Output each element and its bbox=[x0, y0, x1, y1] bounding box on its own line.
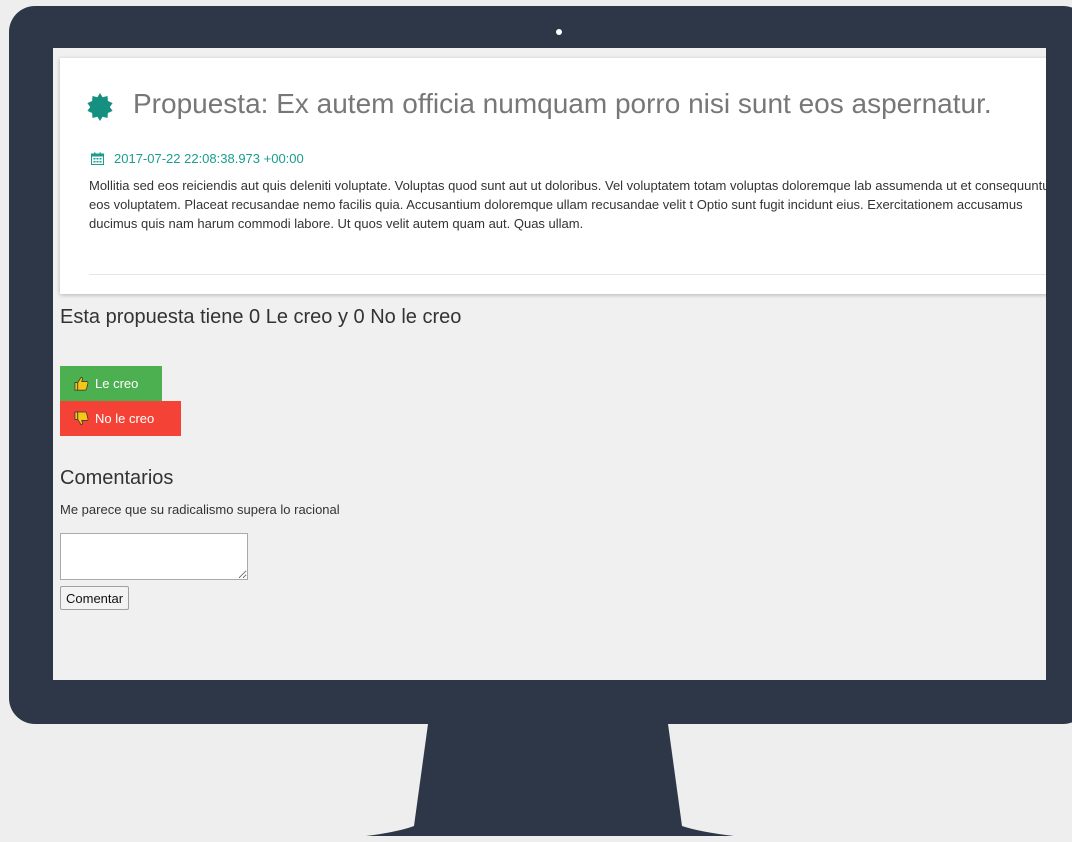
browser-viewport: Propuesta: Ex autem officia numquam porr… bbox=[53, 48, 1046, 680]
thumbs-down-icon bbox=[74, 411, 89, 426]
comment-item: Me parece que su radicalismo supera lo r… bbox=[60, 502, 340, 517]
proposal-title: Propuesta: Ex autem officia numquam porr… bbox=[133, 88, 992, 119]
camera-dot bbox=[556, 29, 562, 35]
not-believe-button[interactable]: No le creo bbox=[60, 401, 181, 436]
proposal-date: 2017-07-22 22:08:38.973 +00:00 bbox=[114, 151, 304, 166]
believe-button[interactable]: Le creo bbox=[60, 366, 162, 401]
thumbs-up-icon bbox=[74, 376, 89, 391]
proposal-body: Mollitia sed eos reiciendis aut quis del… bbox=[89, 178, 1046, 231]
proposal-card: Propuesta: Ex autem officia numquam porr… bbox=[60, 58, 1046, 294]
comment-input[interactable] bbox=[60, 533, 248, 580]
vote-summary: Esta propuesta tiene 0 Le creo y 0 No le… bbox=[60, 306, 462, 328]
proposal-date-row: 2017-07-22 22:08:38.973 +00:00 bbox=[91, 151, 304, 166]
comment-submit-button[interactable]: Comentar bbox=[60, 586, 130, 610]
divider bbox=[89, 274, 1046, 275]
badge-icon bbox=[87, 93, 113, 121]
not-believe-button-label: No le creo bbox=[95, 411, 155, 426]
comments-heading: Comentarios bbox=[60, 467, 174, 489]
believe-button-label: Le creo bbox=[95, 376, 139, 391]
calendar-icon bbox=[91, 152, 104, 165]
